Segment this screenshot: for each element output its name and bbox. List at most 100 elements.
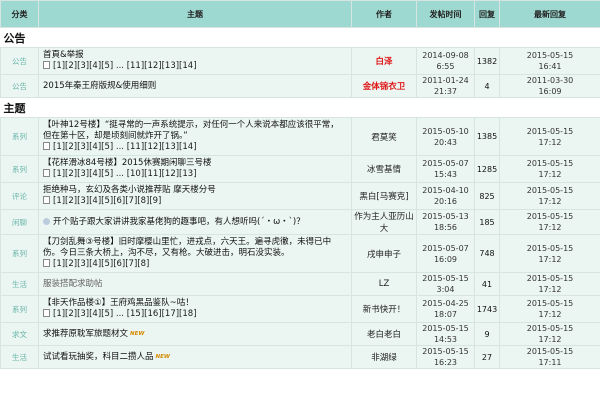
author-link[interactable]: 白泽 [351, 47, 417, 75]
reply-count: 4 [474, 74, 500, 98]
author-link[interactable]: 非湖绿 [351, 345, 417, 369]
page-numbers[interactable]: [1][2][3][4][5][6][7][8] [53, 259, 149, 269]
category-tag[interactable]: 系列 [0, 117, 39, 156]
category-tag[interactable]: 系列 [0, 234, 39, 273]
topic-title-link[interactable]: 2015年秦王府版规&使用细则 [43, 81, 156, 91]
header-title[interactable]: 主题 [38, 0, 352, 28]
header-time[interactable]: 发帖时间 [416, 0, 475, 28]
last-reply-date: 2015-05-15 [526, 51, 574, 60]
category-tag[interactable]: 闲聊 [0, 209, 39, 235]
author-link[interactable]: LZ [351, 272, 417, 296]
category-tag[interactable]: 公告 [0, 74, 39, 98]
section-title: 主题 [0, 97, 600, 118]
page-numbers[interactable]: [1][2][3][4][5][6][7][8][9] [53, 196, 161, 206]
header-author[interactable]: 作者 [351, 0, 417, 28]
new-badge: NEW [130, 330, 145, 337]
last-reply-clock: 17:12 [538, 137, 562, 147]
table-row: 系列 【花样滑冰84号楼】2015休赛期闲聊三号楼 [1][2][3][4][5] … [0, 155, 600, 183]
author-link[interactable]: 金体锦衣卫 [351, 74, 417, 98]
last-reply[interactable]: 2015-05-15 17:12 [499, 182, 600, 210]
author-link[interactable]: 黑白[马赛克] [351, 182, 417, 210]
author-link[interactable]: 君莫笑 [351, 117, 417, 156]
topic-status-icon [43, 217, 50, 225]
post-time: 2011-01-24 21:37 [416, 74, 475, 98]
reply-count: 9 [474, 322, 500, 346]
last-reply[interactable]: 2015-05-15 16:41 [499, 47, 600, 75]
last-reply-clock: 17:12 [538, 170, 562, 179]
last-reply[interactable]: 2015-05-15 17:12 [499, 295, 600, 323]
author-link[interactable]: 冰雪基情 [351, 155, 417, 183]
reply-count: 1743 [474, 295, 500, 323]
author-link[interactable]: 老白老白 [351, 322, 417, 346]
last-reply-clock: 17:12 [538, 335, 562, 344]
topic-cell: 2015年秦王府版规&使用细则 [38, 74, 352, 98]
category-tag[interactable]: 生活 [0, 345, 39, 369]
page-icon [43, 142, 50, 150]
last-reply[interactable]: 2015-05-15 17:12 [499, 322, 600, 346]
post-time: 2015-05-15 3:04 [416, 272, 475, 296]
page-numbers[interactable]: [1][2][3][4][5] ... [11][12][13][14] [53, 61, 197, 71]
topic-title-link[interactable]: 服装搭配求助帖 [43, 279, 103, 289]
last-reply-date: 2015-05-15 [526, 274, 574, 283]
topic-title-link[interactable]: 【非天作品楼①】王府鸡黑品鉴队~咕！ [43, 298, 194, 308]
topic-title-link[interactable]: 开个贴子跟大家讲讲我家基佬狗的趣事吧，有人想听吗(´・ω・`)？ [53, 217, 305, 227]
topic-cell: 服装搭配求助帖 [38, 272, 352, 296]
author-link[interactable]: 作为主人亚历山大 [351, 209, 417, 235]
post-date: 2015-05-07 [422, 159, 469, 168]
post-date: 2015-05-15 [422, 324, 469, 333]
category-tag[interactable]: 系列 [0, 155, 39, 183]
table-row: 系列 【叶神12号楼】“挺寻常的一声系统提示，对任何一个人来说本都应该很平常，但在… [0, 117, 600, 156]
section-title: 公告 [0, 27, 600, 48]
topic-cell: 【叶神12号楼】“挺寻常的一声系统提示，对任何一个人来说本都应该很平常，但在第十… [38, 117, 352, 156]
last-reply-clock: 17:12 [538, 223, 562, 232]
post-time: 2015-05-15 16:23 [416, 345, 475, 369]
post-time: 2015-05-15 14:53 [416, 322, 475, 346]
reply-count: 748 [474, 234, 500, 273]
page-links: [1][2][3][4][5] ... [11][12][13][14] [43, 142, 347, 153]
topic-title-link[interactable]: 【花样滑冰84号楼】2015休赛期闲聊三号楼 [43, 158, 211, 168]
last-reply[interactable]: 2015-05-15 17:12 [499, 117, 600, 156]
post-clock: 21:37 [433, 87, 458, 96]
topic-title-link[interactable]: 求推荐原耽军旅题材文 [43, 329, 128, 339]
post-time: 2014-09-08 6:55 [416, 47, 475, 75]
last-reply-clock: 17:12 [538, 197, 562, 206]
category-tag[interactable]: 系列 [0, 295, 39, 323]
category-tag[interactable]: 评论 [0, 182, 39, 210]
category-tag[interactable]: 生活 [0, 272, 39, 296]
author-link[interactable]: 新书快开！ [351, 295, 417, 323]
author-link[interactable]: 戌申申子 [351, 234, 417, 273]
post-time: 2015-04-10 20:16 [416, 182, 475, 210]
last-reply-date: 2015-05-15 [526, 324, 574, 333]
post-clock: 6:55 [436, 62, 455, 71]
topic-title-link[interactable]: 拒绝种马，玄幻及各类小说推荐贴 摩天楼分号 [43, 185, 216, 195]
table-header: 分类 主题 作者 发帖时间 回复 最新回复 [0, 0, 600, 28]
table-row: 生活 服装搭配求助帖 LZ 2015-05-15 3:04 41 2015-05-15 17:… [0, 272, 600, 296]
last-reply[interactable]: 2011-03-30 16:09 [499, 74, 600, 98]
topic-title-link[interactable]: 试试看玩抽奖，科目二攒人品 [43, 352, 154, 362]
page-numbers[interactable]: [1][2][3][4][5] ... [11][12][13][14] [53, 142, 197, 152]
topic-cell: 拒绝种马，玄幻及各类小说推荐贴 摩天楼分号 [1][2][3][4][5][6][… [38, 182, 352, 210]
post-date: 2014-09-08 [422, 51, 469, 60]
topic-title-link[interactable]: 【叶神12号楼】“挺寻常的一声系统提示，对任何一个人来说本都应该很平常，但在第十… [43, 120, 339, 141]
header-last[interactable]: 最新回复 [499, 0, 600, 28]
last-reply[interactable]: 2015-05-15 17:11 [499, 345, 600, 369]
page-numbers[interactable]: [1][2][3][4][5] ... [15][16][17][18] [53, 309, 197, 319]
table-row: 生活 试试看玩抽奖，科目二攒人品 NEW 非湖绿 2015-05-15 16:23 27 20… [0, 345, 600, 369]
last-reply[interactable]: 2015-05-15 17:12 [499, 209, 600, 235]
reply-count: 825 [474, 182, 500, 210]
post-time: 2015-05-13 18:56 [416, 209, 475, 235]
post-clock: 18:07 [433, 310, 458, 319]
header-cat[interactable]: 分类 [0, 0, 39, 28]
topic-title-link[interactable]: 首頁&举报 [43, 50, 84, 60]
page-links: [1][2][3][4][5][6][7][8] [43, 259, 347, 270]
last-reply[interactable]: 2015-05-15 17:12 [499, 272, 600, 296]
last-reply[interactable]: 2015-05-15 17:12 [499, 155, 600, 183]
topic-title-link[interactable]: 【刀剑乱舞③号楼】旧时摩樱山里忙，进戎点，六天王。遍寻虎徹，未得已中伤。今日三条… [43, 237, 331, 258]
header-reply[interactable]: 回复 [474, 0, 500, 28]
last-reply-date: 2015-05-15 [526, 347, 574, 356]
category-tag[interactable]: 求文 [0, 322, 39, 346]
last-reply[interactable]: 2015-05-15 17:12 [499, 234, 600, 273]
category-tag[interactable]: 公告 [0, 47, 39, 75]
table-row: 闲聊 开个贴子跟大家讲讲我家基佬狗的趣事吧，有人想听吗(´・ω・`)？ 作为主人亚历… [0, 209, 600, 235]
page-numbers[interactable]: [1][2][3][4][5] ... [10][11][12][13] [53, 169, 197, 179]
